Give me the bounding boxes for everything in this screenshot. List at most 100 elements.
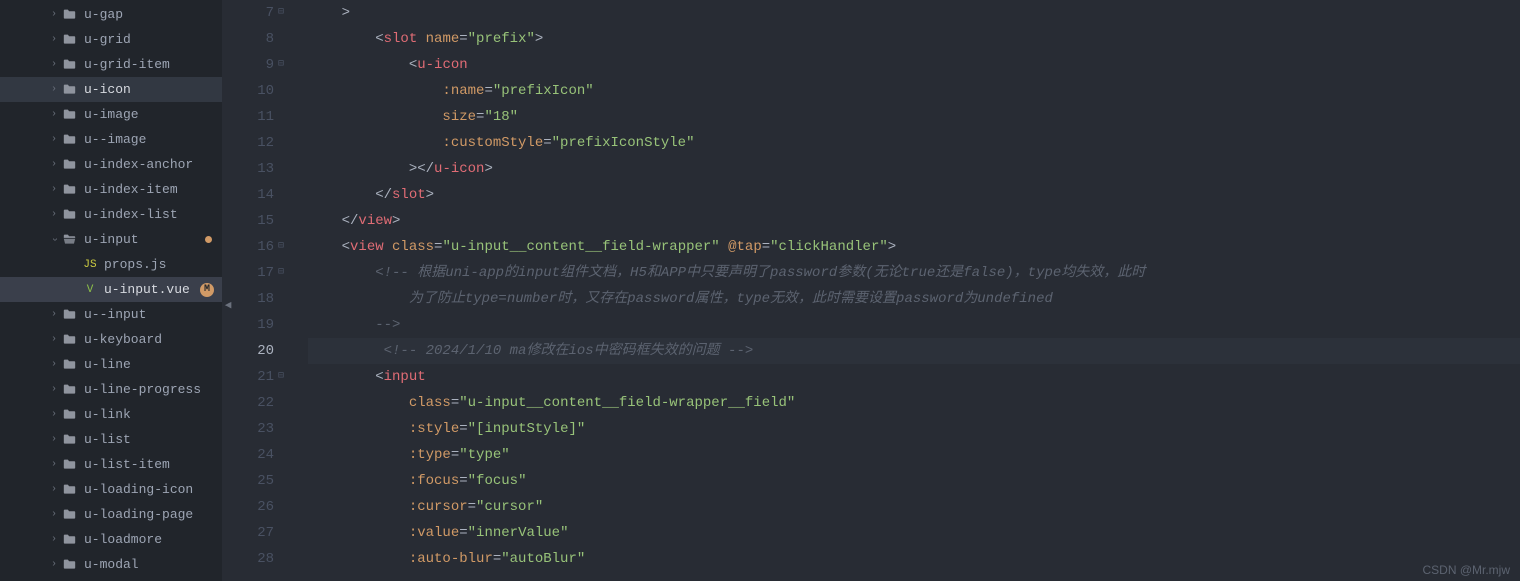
- tree-item-u-index-anchor[interactable]: › u-index-anchor: [0, 152, 222, 177]
- folder-icon: [62, 33, 78, 47]
- folder-icon: [62, 133, 78, 147]
- item-label: u-grid-item: [84, 57, 170, 72]
- code-line[interactable]: :value="innerValue": [308, 520, 1520, 546]
- fold-icon[interactable]: ⊟: [278, 234, 284, 260]
- tree-item-u-list[interactable]: ›u-list: [0, 427, 222, 452]
- fold-icon[interactable]: ⊟: [278, 260, 284, 286]
- tree-item-u-keyboard[interactable]: › u-keyboard: [0, 327, 222, 352]
- item-label: u--input: [84, 307, 146, 322]
- tree-item-u-icon[interactable]: ›u-icon: [0, 77, 222, 102]
- tree-item-u-grid[interactable]: › u-grid: [0, 27, 222, 52]
- code-line[interactable]: <u-icon: [308, 52, 1520, 78]
- tree-item-u--image[interactable]: ›u--image: [0, 127, 222, 152]
- tree-item-u-index-list[interactable]: › u-index-list: [0, 202, 222, 227]
- chevron-icon[interactable]: ›: [50, 134, 58, 145]
- tree-item-u--input[interactable]: › u--input: [0, 302, 222, 327]
- code-line[interactable]: <!-- 根据uni-app的input组件文档，H5和APP中只要声明了pas…: [308, 260, 1520, 286]
- code-line[interactable]: </slot>: [308, 182, 1520, 208]
- item-label: u-loading-icon: [84, 482, 193, 497]
- item-label: u-line-progress: [84, 382, 201, 397]
- file-explorer[interactable]: ›u-gap›u-grid›u-grid-item›u-icon›u-image…: [0, 0, 222, 581]
- line-number: 28: [222, 546, 274, 572]
- tree-item-u-modal[interactable]: › u-modal: [0, 552, 222, 577]
- item-label: u-index-anchor: [84, 157, 193, 172]
- tree-item-u-grid-item[interactable]: › u-grid-item: [0, 52, 222, 77]
- tree-item-u-loadmore[interactable]: › u-loadmore: [0, 527, 222, 552]
- item-label: u-loadmore: [84, 532, 162, 547]
- code-line[interactable]: :style="[inputStyle]": [308, 416, 1520, 442]
- tree-item-u-link[interactable]: ›u-link: [0, 402, 222, 427]
- folder-icon: [62, 383, 78, 397]
- chevron-icon[interactable]: ›: [50, 109, 58, 120]
- chevron-icon[interactable]: ›: [50, 9, 58, 20]
- fold-icon[interactable]: ⊟: [278, 364, 284, 390]
- chevron-icon[interactable]: ›: [50, 484, 58, 495]
- code-line[interactable]: :auto-blur="autoBlur": [308, 546, 1520, 572]
- code-line[interactable]: :focus="focus": [308, 468, 1520, 494]
- tree-item-props.js[interactable]: JSprops.js: [0, 252, 222, 277]
- code-line[interactable]: </view>: [308, 208, 1520, 234]
- item-label: u-keyboard: [84, 332, 162, 347]
- tree-item-u-list-item[interactable]: ›u-list-item: [0, 452, 222, 477]
- item-label: u-input.vue: [104, 282, 190, 297]
- tree-item-u-input[interactable]: ›u-input: [0, 227, 222, 252]
- chevron-icon[interactable]: ›: [50, 159, 58, 170]
- folder-icon: [62, 408, 78, 422]
- line-number: 8: [222, 26, 274, 52]
- chevron-icon[interactable]: ›: [50, 309, 58, 320]
- tree-item-u-loading-page[interactable]: ›u-loading-page: [0, 502, 222, 527]
- tree-item-u-gap[interactable]: ›u-gap: [0, 2, 222, 27]
- code-line[interactable]: >: [308, 0, 1520, 26]
- code-line[interactable]: <view class="u-input__content__field-wra…: [308, 234, 1520, 260]
- tree-item-u-loading-icon[interactable]: › u-loading-icon: [0, 477, 222, 502]
- chevron-icon[interactable]: ›: [50, 59, 58, 70]
- chevron-icon[interactable]: ›: [50, 459, 58, 470]
- chevron-icon[interactable]: ›: [50, 334, 58, 345]
- chevron-icon[interactable]: ›: [50, 384, 58, 395]
- line-number: 21⊟: [222, 364, 274, 390]
- code-line[interactable]: size="18": [308, 104, 1520, 130]
- code-line[interactable]: <!-- 2024/1/10 ma修改在ios中密码框失效的问题 -->: [308, 338, 1520, 364]
- chevron-icon[interactable]: ›: [50, 84, 58, 95]
- tree-item-u-line-progress[interactable]: › u-line-progress: [0, 377, 222, 402]
- fold-icon[interactable]: ⊟: [278, 52, 284, 78]
- watermark: CSDN @Mr.mjw: [1422, 563, 1510, 577]
- code-line[interactable]: -->: [308, 312, 1520, 338]
- item-label: props.js: [104, 257, 166, 272]
- chevron-icon[interactable]: ›: [50, 209, 58, 220]
- chevron-icon[interactable]: ›: [50, 509, 58, 520]
- chevron-icon[interactable]: ›: [50, 34, 58, 45]
- code-line[interactable]: :type="type": [308, 442, 1520, 468]
- chevron-icon[interactable]: ›: [50, 359, 58, 370]
- chevron-icon[interactable]: ›: [50, 434, 58, 445]
- code-line[interactable]: :cursor="cursor": [308, 494, 1520, 520]
- code-line[interactable]: 为了防止type=number时，又存在password属性，type无效，此时…: [308, 286, 1520, 312]
- chevron-icon[interactable]: ›: [49, 236, 60, 244]
- chevron-icon[interactable]: ›: [50, 534, 58, 545]
- code-content[interactable]: > <slot name="prefix"> <u-icon :name="pr…: [290, 0, 1520, 581]
- chevron-icon[interactable]: ›: [50, 559, 58, 570]
- code-line[interactable]: <input: [308, 364, 1520, 390]
- code-line[interactable]: class="u-input__content__field-wrapper__…: [308, 390, 1520, 416]
- tree-item-u-image[interactable]: ›u-image: [0, 102, 222, 127]
- folder-icon: [62, 108, 78, 122]
- tree-item-u-input.vue[interactable]: Vu-input.vueM: [0, 277, 222, 302]
- item-label: u-grid: [84, 32, 131, 47]
- code-line[interactable]: ></u-icon>: [308, 156, 1520, 182]
- item-label: u-modal: [84, 557, 139, 572]
- line-number: 15: [222, 208, 274, 234]
- tree-item-u-index-item[interactable]: ›u-index-item: [0, 177, 222, 202]
- fold-icon[interactable]: ⊟: [278, 0, 284, 26]
- line-number: 7⊟: [222, 0, 274, 26]
- collapse-handle[interactable]: ◀: [221, 291, 235, 319]
- code-line[interactable]: :customStyle="prefixIconStyle": [308, 130, 1520, 156]
- chevron-icon[interactable]: ›: [50, 409, 58, 420]
- tree-item-u-line[interactable]: ›u-line: [0, 352, 222, 377]
- folder-icon: [62, 233, 78, 247]
- code-line[interactable]: <slot name="prefix">: [308, 26, 1520, 52]
- item-label: u-index-list: [84, 207, 178, 222]
- chevron-icon[interactable]: ›: [50, 184, 58, 195]
- code-editor[interactable]: ◀ 7⊟89⊟10111213141516⊟17⊟18192021⊟222324…: [222, 0, 1520, 581]
- folder-icon: [62, 433, 78, 447]
- code-line[interactable]: :name="prefixIcon": [308, 78, 1520, 104]
